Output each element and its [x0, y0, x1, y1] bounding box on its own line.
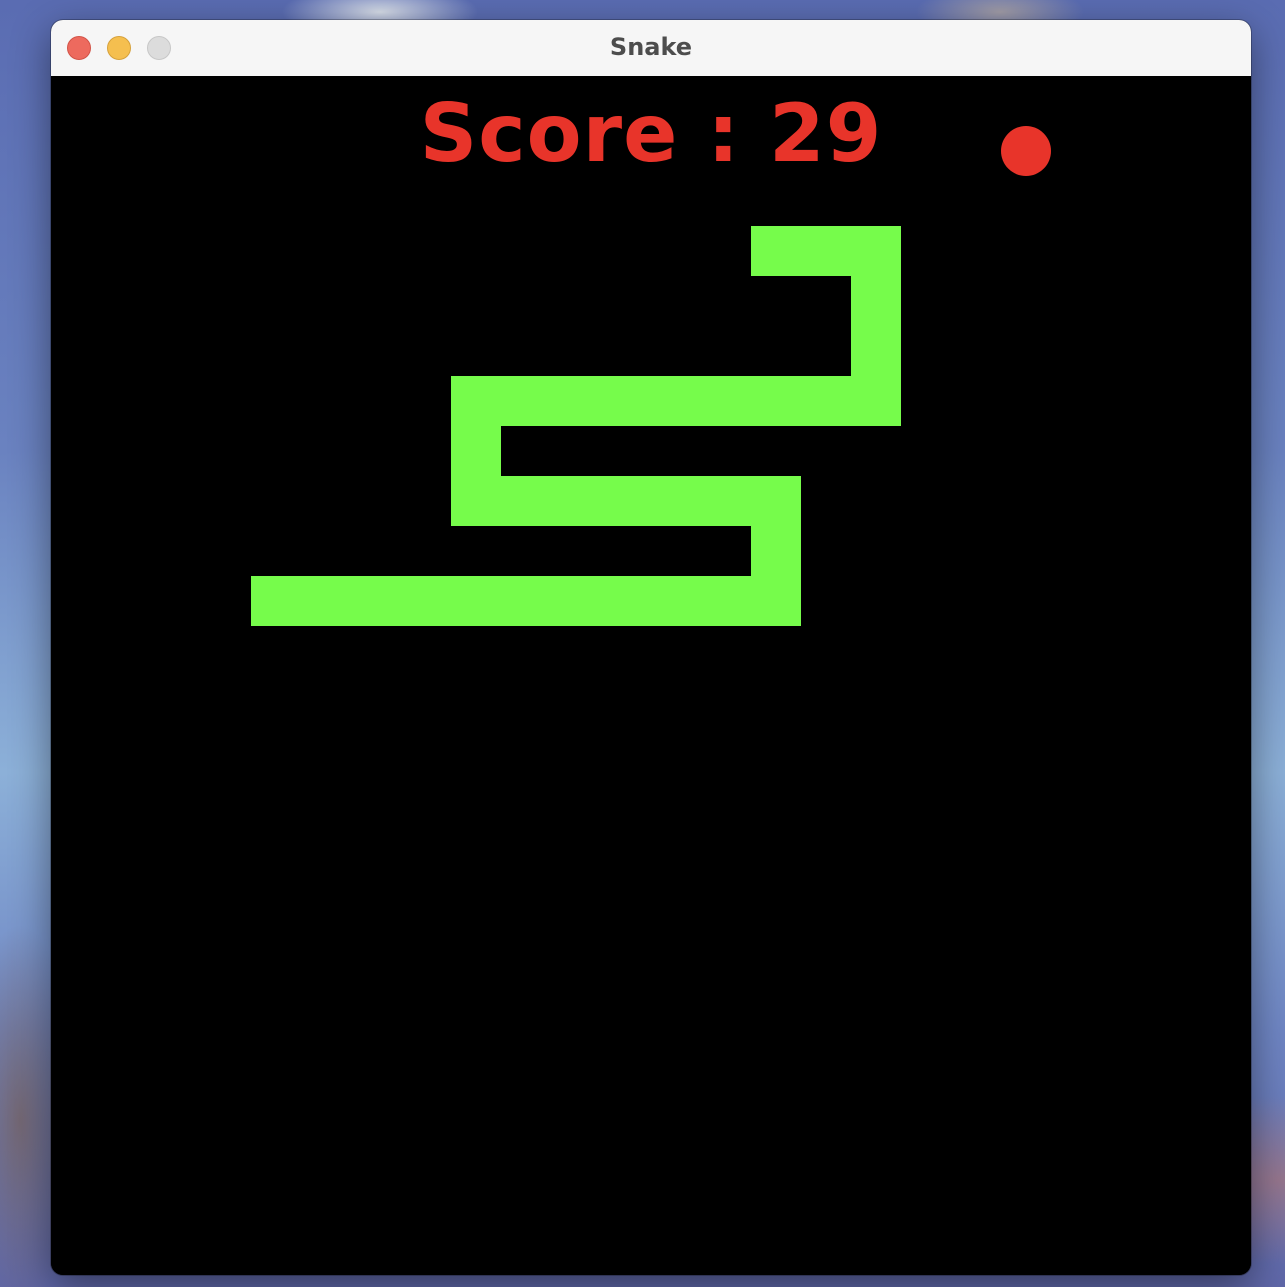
snake-segment: [651, 376, 701, 426]
game-board[interactable]: Score : 29: [51, 76, 1251, 1275]
snake-segment: [301, 576, 351, 626]
snake-segment: [551, 576, 601, 626]
snake-segment: [651, 576, 701, 626]
snake-segment: [851, 226, 901, 276]
snake-segment: [451, 426, 501, 476]
snake-segment: [601, 476, 651, 526]
snake-segment: [451, 576, 501, 626]
snake-segment: [251, 576, 301, 626]
snake-segment: [451, 476, 501, 526]
snake-segment: [751, 526, 801, 576]
snake-segment: [751, 476, 801, 526]
snake-segment: [751, 226, 801, 276]
snake-segment: [551, 476, 601, 526]
snake-segment: [601, 576, 651, 626]
snake-segment: [851, 376, 901, 426]
snake-segment: [751, 576, 801, 626]
snake-segment: [501, 376, 551, 426]
score-value: 29: [769, 87, 883, 180]
snake-segment: [401, 576, 451, 626]
snake-segment: [851, 276, 901, 326]
game-window: Snake Score : 29: [51, 20, 1251, 1275]
score-label: Score :: [419, 87, 770, 180]
snake-segment: [701, 376, 751, 426]
snake-segment: [701, 476, 751, 526]
snake-segment: [551, 376, 601, 426]
snake-segment: [801, 376, 851, 426]
snake-segment: [751, 376, 801, 426]
snake-segment: [501, 476, 551, 526]
snake-segment: [501, 576, 551, 626]
title-bar[interactable]: Snake: [51, 20, 1251, 77]
snake-segment: [601, 376, 651, 426]
snake-segment: [801, 226, 851, 276]
snake-segment: [651, 476, 701, 526]
snake-segment: [351, 576, 401, 626]
window-title: Snake: [609, 33, 693, 61]
score-display: Score : 29: [51, 84, 1251, 184]
snake-segment: [451, 376, 501, 426]
snake-segment: [851, 326, 901, 376]
snake-segment: [701, 576, 751, 626]
game-canvas: [251, 126, 1051, 626]
